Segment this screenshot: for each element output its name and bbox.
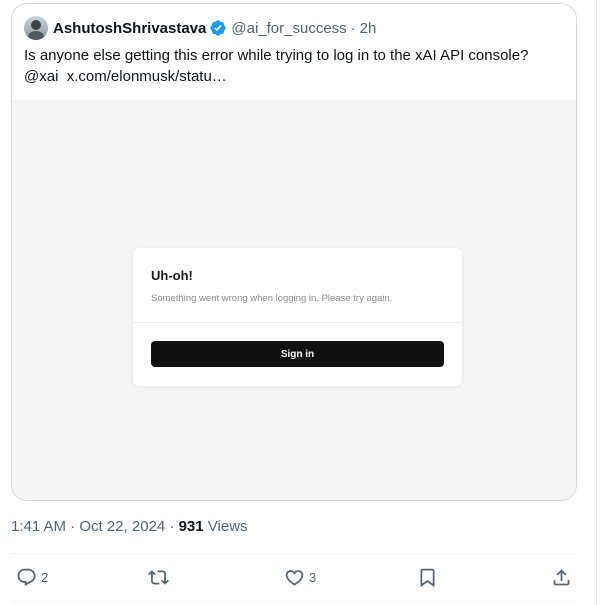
author-name[interactable]: AshutoshShrivastava	[53, 20, 206, 37]
retweet-icon	[148, 569, 169, 585]
repost-button[interactable]	[148, 566, 169, 588]
verified-badge-icon	[209, 19, 227, 37]
quoted-post-header: AshutoshShrivastava @ai_for_success · 2h	[24, 16, 376, 40]
sign-in-button: Sign in	[151, 341, 444, 367]
quoted-post-card[interactable]: AshutoshShrivastava @ai_for_success · 2h…	[11, 3, 577, 501]
url-link[interactable]: x.com/elonmusk/statu…	[67, 68, 227, 85]
post-text-line: Is anyone else getting this error while …	[24, 47, 529, 64]
divider	[11, 553, 577, 554]
attached-image[interactable]: Uh-oh! Something went wrong when logging…	[12, 100, 576, 500]
bookmark-button[interactable]	[417, 566, 438, 588]
reply-icon	[17, 568, 36, 586]
views-count: 931	[178, 518, 204, 535]
author-handle[interactable]: @ai_for_success	[231, 20, 346, 37]
reply-button[interactable]: 2	[16, 566, 48, 588]
bookmark-icon	[420, 568, 435, 587]
avatar[interactable]	[24, 16, 48, 40]
share-icon	[553, 568, 570, 585]
like-button[interactable]: 3	[284, 566, 316, 588]
quoted-post-text: Is anyone else getting this error while …	[24, 45, 564, 87]
share-button[interactable]	[551, 566, 572, 588]
scrollbar[interactable]	[596, 0, 597, 605]
error-title: Uh-oh!	[151, 268, 193, 283]
error-dialog: Uh-oh! Something went wrong when logging…	[133, 248, 462, 386]
mention-link[interactable]: @xai	[24, 68, 58, 85]
divider	[11, 601, 577, 602]
post-time[interactable]: 2h	[360, 20, 377, 37]
like-count: 3	[309, 569, 317, 585]
views-label: Views	[207, 518, 248, 535]
like-icon	[285, 569, 304, 586]
error-message: Something went wrong when logging in. Pl…	[151, 293, 393, 304]
reply-count: 2	[41, 569, 49, 585]
post-timestamp[interactable]: 1:41 AM · Oct 22, 2024 ·	[11, 518, 174, 535]
separator-dot: ·	[350, 19, 356, 37]
divider	[133, 322, 462, 323]
post-meta: 1:41 AM · Oct 22, 2024 · 931 Views	[11, 518, 248, 535]
post-text-links: @xai x.com/elonmusk/statu…	[24, 66, 564, 87]
